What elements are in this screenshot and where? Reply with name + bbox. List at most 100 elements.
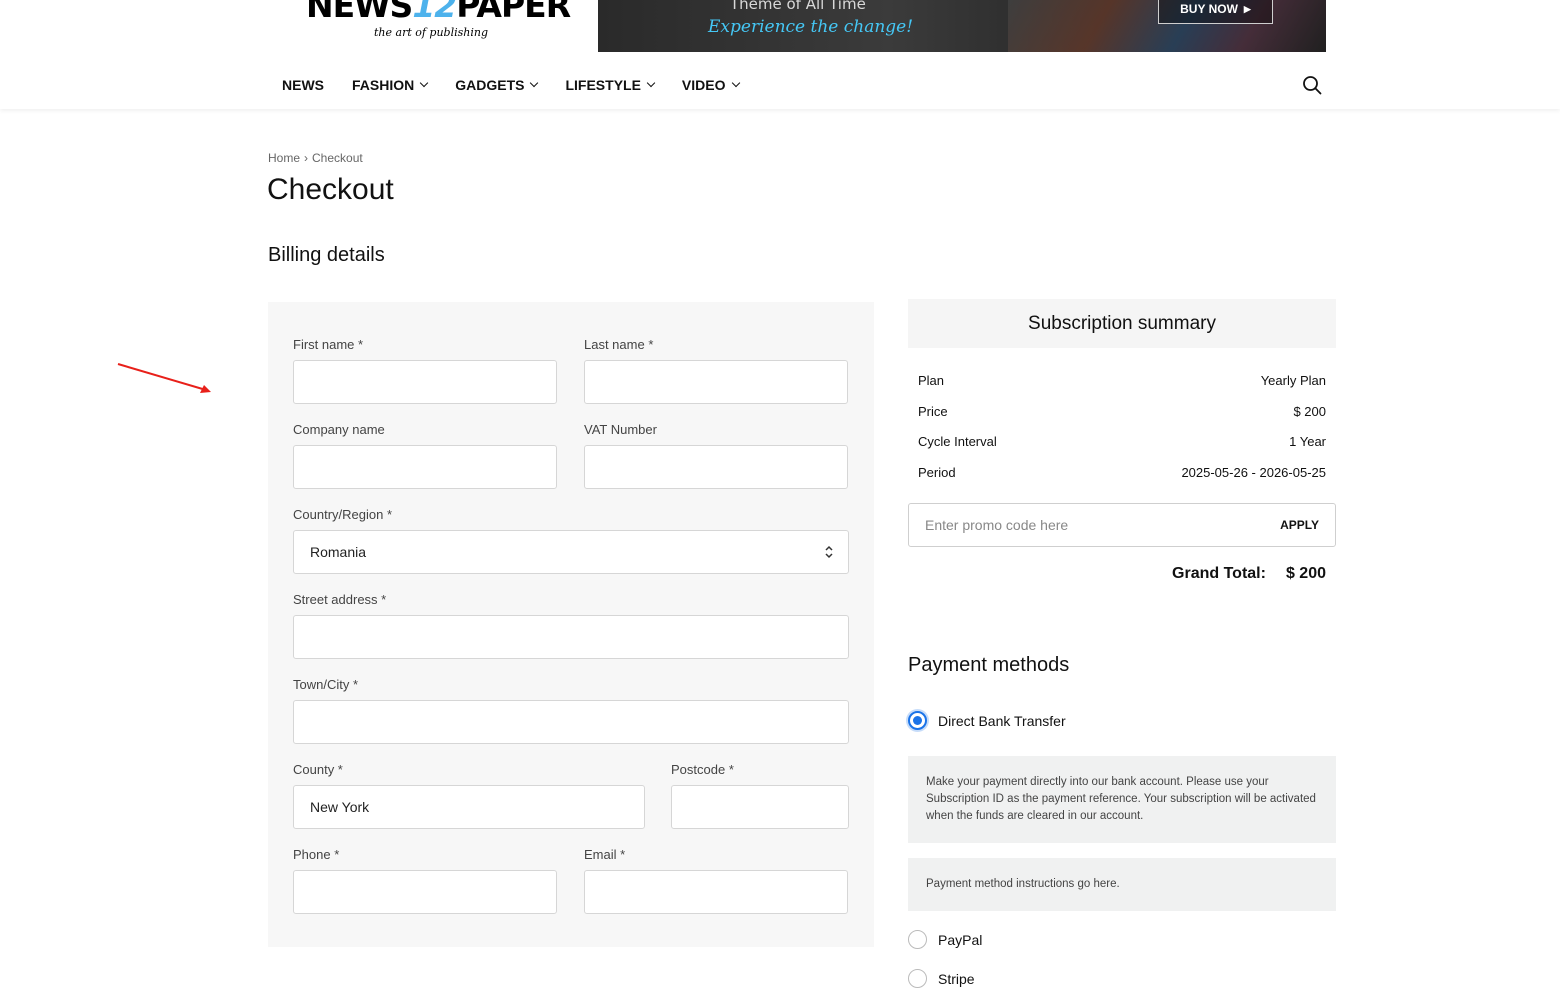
breadcrumb-separator: › xyxy=(304,151,309,165)
chevron-down-icon xyxy=(646,78,656,88)
ad-banner[interactable]: Theme of All Time Experience the change!… xyxy=(598,0,1326,52)
caret-right-icon: ▶ xyxy=(1243,3,1251,14)
chevron-down-icon xyxy=(731,78,740,88)
billing-details-heading: Billing details xyxy=(268,244,385,266)
summary-value: Yearly Plan xyxy=(1260,372,1326,388)
country-select[interactable]: Romania xyxy=(293,530,849,574)
breadcrumb: Home › Checkout xyxy=(268,151,363,165)
payment-option-bank-transfer[interactable]: Direct Bank Transfer xyxy=(908,711,1066,730)
email-input[interactable] xyxy=(584,870,848,914)
summary-table: Plan Yearly Plan Price $ 200 Cycle Inter… xyxy=(918,365,1326,488)
street-address-label: Street address * xyxy=(293,592,387,607)
billing-form: First name * Last name * Company name VA… xyxy=(268,302,874,947)
phone-group: Phone * xyxy=(293,847,557,914)
breadcrumb-home-link[interactable]: Home xyxy=(268,151,300,165)
payment-methods-heading: Payment methods xyxy=(908,654,1070,676)
company-name-label: Company name xyxy=(293,422,385,437)
grand-total: Grand Total: $ 200 xyxy=(1100,565,1326,583)
phone-input[interactable] xyxy=(293,870,557,914)
county-label: County * xyxy=(293,762,343,777)
street-group: Street address * xyxy=(293,592,849,659)
summary-value: 2025-05-26 - 2026-05-25 xyxy=(1181,464,1326,480)
payment-instructions: Payment method instructions go here. xyxy=(908,858,1336,911)
postcode-group: Postcode * xyxy=(671,762,849,829)
payment-option-label: Direct Bank Transfer xyxy=(938,712,1066,729)
search-icon[interactable] xyxy=(1302,75,1322,95)
summary-value: 1 Year xyxy=(1289,434,1326,450)
county-group: County * New York xyxy=(293,762,645,829)
subscription-summary-heading: Subscription summary xyxy=(908,299,1336,348)
nav-item-label: FASHION xyxy=(352,77,415,93)
promo-code-box: Enter promo code here APPLY xyxy=(908,503,1336,547)
summary-label: Price xyxy=(918,403,948,419)
country-selected-value: Romania xyxy=(310,544,367,560)
site-header: NEWS12PAPER the art of publishing Theme … xyxy=(0,0,1560,109)
summary-row-period: Period 2025-05-26 - 2026-05-25 xyxy=(918,457,1326,488)
select-updown-icon xyxy=(825,545,833,559)
logo-tagline: the art of publishing xyxy=(374,26,489,39)
vat-number-input[interactable] xyxy=(584,445,848,489)
radio-unselected-icon[interactable] xyxy=(908,930,927,949)
nav-item-label: NEWS xyxy=(282,77,324,93)
county-input[interactable]: New York xyxy=(293,785,645,829)
chevron-down-icon xyxy=(419,78,429,88)
summary-row-plan: Plan Yearly Plan xyxy=(918,365,1326,396)
radio-unselected-icon[interactable] xyxy=(908,969,927,988)
main-nav: NEWS FASHION GADGETS LIFESTYLE VIDEO xyxy=(268,66,753,104)
payment-option-paypal[interactable]: PayPal xyxy=(908,930,982,949)
payment-option-stripe[interactable]: Stripe xyxy=(908,969,975,988)
promo-code-input[interactable]: Enter promo code here xyxy=(925,517,1068,533)
chevron-down-icon xyxy=(530,78,539,88)
email-label: Email * xyxy=(584,847,626,862)
first-name-input[interactable] xyxy=(293,360,557,404)
postcode-input[interactable] xyxy=(671,785,849,829)
first-name-label: First name * xyxy=(293,337,364,352)
page-title: Checkout xyxy=(267,173,394,206)
nav-item-lifestyle[interactable]: LIFESTYLE xyxy=(551,66,667,104)
bank-transfer-description: Make your payment directly into our bank… xyxy=(908,756,1336,843)
summary-value: $ 200 xyxy=(1293,403,1326,419)
apply-promo-button[interactable]: APPLY xyxy=(1280,518,1319,532)
nav-item-news[interactable]: NEWS xyxy=(268,66,338,104)
postcode-label: Postcode * xyxy=(671,762,734,777)
nav-item-label: LIFESTYLE xyxy=(565,77,641,93)
city-group: Town/City * xyxy=(293,677,849,744)
last-name-group: Last name * xyxy=(584,337,848,404)
breadcrumb-current: Checkout xyxy=(312,151,363,165)
last-name-input[interactable] xyxy=(584,360,848,404)
banner-slogan: Experience the change! xyxy=(708,17,914,37)
summary-row-cycle: Cycle Interval 1 Year xyxy=(918,426,1326,457)
site-logo[interactable]: NEWS12PAPER the art of publishing xyxy=(306,0,571,46)
street-address-input[interactable] xyxy=(293,615,849,659)
grand-total-value: $ 200 xyxy=(1285,565,1326,582)
payment-option-label: Stripe xyxy=(938,970,975,987)
summary-label: Period xyxy=(918,464,956,480)
summary-row-price: Price $ 200 xyxy=(918,396,1326,427)
nav-item-label: GADGETS xyxy=(455,77,525,93)
nav-item-label: VIDEO xyxy=(681,77,726,93)
nav-item-fashion[interactable]: FASHION xyxy=(338,66,441,104)
vat-group: VAT Number xyxy=(584,422,848,489)
buy-now-label: BUY NOW xyxy=(1180,2,1238,16)
banner-headline: Theme of All Time xyxy=(730,0,866,13)
summary-label: Plan xyxy=(918,372,945,388)
red-arrow-annotation-icon xyxy=(117,363,211,393)
country-label: Country/Region * xyxy=(293,507,392,522)
country-group: Country/Region * Romania xyxy=(293,507,849,574)
vat-number-label: VAT Number xyxy=(584,422,657,437)
company-name-input[interactable] xyxy=(293,445,557,489)
phone-label: Phone * xyxy=(293,847,340,862)
nav-item-video[interactable]: VIDEO xyxy=(668,66,753,104)
payment-option-label: PayPal xyxy=(938,931,983,948)
last-name-label: Last name * xyxy=(584,337,654,352)
nav-item-gadgets[interactable]: GADGETS xyxy=(441,66,551,104)
summary-label: Cycle Interval xyxy=(918,434,997,450)
logo-wordmark: NEWS12PAPER xyxy=(306,0,571,25)
first-name-group: First name * xyxy=(293,337,557,404)
buy-now-button[interactable]: BUY NOW ▶ xyxy=(1158,0,1273,24)
city-label: Town/City * xyxy=(293,677,359,692)
company-group: Company name xyxy=(293,422,557,489)
city-input[interactable] xyxy=(293,700,849,744)
radio-selected-icon[interactable] xyxy=(908,711,927,730)
email-group: Email * xyxy=(584,847,848,914)
